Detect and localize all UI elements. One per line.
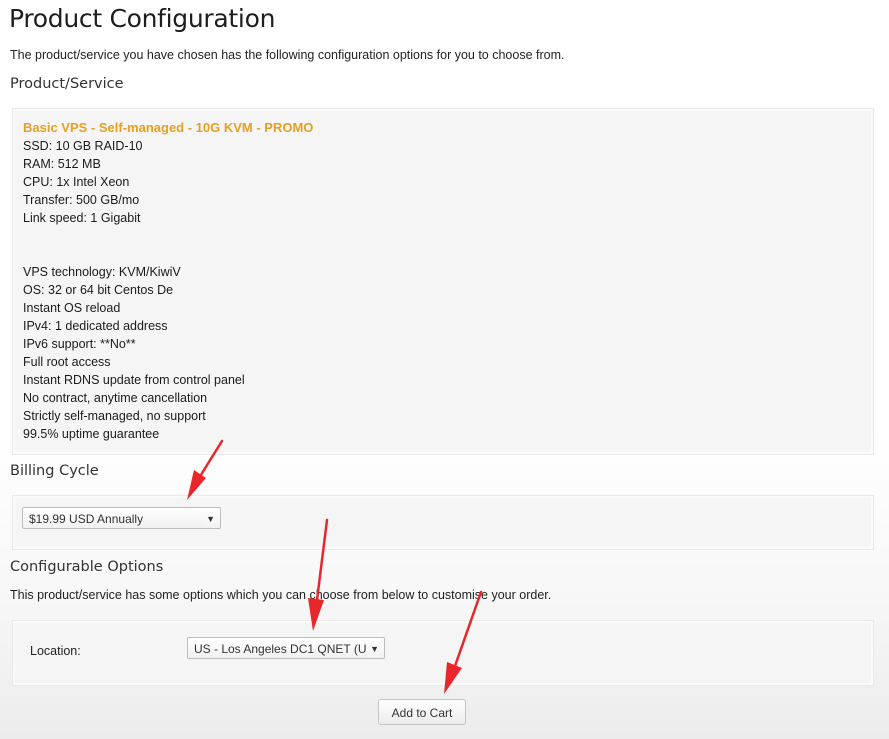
triangle-down-icon: ▼ (203, 508, 215, 528)
spec-item: SSD: 10 GB RAID-10 (23, 139, 143, 153)
feature-item: IPv4: 1 dedicated address (23, 319, 168, 333)
configurable-options-panel: Location: US - Los Angeles DC1 QNET (U ▼ (12, 620, 874, 686)
feature-item: IPv6 support: **No** (23, 337, 136, 351)
configurable-options-heading: Configurable Options (10, 559, 164, 575)
configurable-options-description: This product/service has some options wh… (10, 588, 552, 602)
feature-item: OS: 32 or 64 bit Centos De (23, 283, 174, 297)
product-panel: Basic VPS - Self-managed - 10G KVM - PRO… (12, 108, 874, 455)
feature-item: 99.5% uptime guarantee (23, 427, 160, 441)
intro-text: The product/service you have chosen has … (10, 48, 565, 62)
location-value: US - Los Angeles DC1 QNET (U (194, 642, 367, 656)
location-label: Location: (30, 644, 81, 658)
spec-item: RAM: 512 MB (23, 157, 101, 171)
spec-item: CPU: 1x Intel Xeon (23, 175, 130, 189)
feature-item: No contract, anytime cancellation (23, 391, 208, 405)
feature-item: Instant RDNS update from control panel (23, 373, 245, 387)
billing-cycle-heading: Billing Cycle (10, 463, 99, 479)
billing-panel: $19.99 USD Annually ▼ (12, 495, 874, 550)
triangle-down-icon: ▼ (367, 638, 379, 658)
feature-item: Full root access (23, 355, 111, 369)
feature-item: VPS technology: KVM/KiwiV (23, 265, 181, 279)
spec-item: Transfer: 500 GB/mo (23, 193, 140, 207)
spec-list: SSD: 10 GB RAID-10 RAM: 512 MB CPU: 1x I… (23, 137, 143, 227)
feature-list: VPS technology: KVM/KiwiV OS: 32 or 64 b… (23, 263, 245, 443)
billing-cycle-select[interactable]: $19.99 USD Annually ▼ (22, 507, 221, 529)
page-title: Product Configuration (9, 4, 276, 33)
feature-item: Instant OS reload (23, 301, 121, 315)
feature-item: Strictly self-managed, no support (23, 409, 206, 423)
billing-cycle-value: $19.99 USD Annually (29, 512, 144, 526)
product-name: Basic VPS - Self-managed - 10G KVM - PRO… (23, 120, 314, 135)
add-to-cart-button[interactable]: Add to Cart (378, 699, 466, 725)
location-select[interactable]: US - Los Angeles DC1 QNET (U ▼ (187, 637, 385, 659)
spec-item: Link speed: 1 Gigabit (23, 211, 141, 225)
product-service-heading: Product/Service (10, 76, 124, 92)
